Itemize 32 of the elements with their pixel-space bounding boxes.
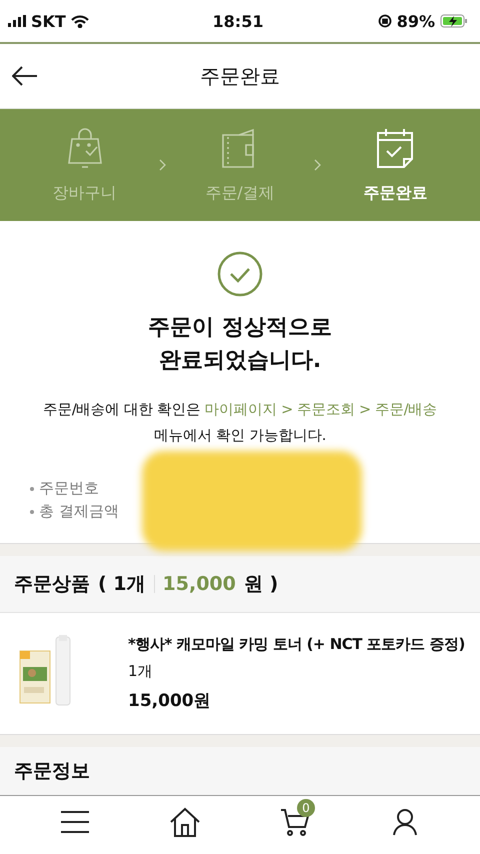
battery-charging-icon	[440, 14, 468, 28]
product-quantity: 1개	[128, 662, 154, 682]
rotation-lock-icon	[378, 14, 392, 28]
order-field-label: 총 결제금액	[39, 502, 119, 522]
total-amount: 15,000	[162, 573, 236, 596]
check-circle-icon	[217, 251, 263, 297]
back-button[interactable]	[12, 66, 38, 86]
home-icon[interactable]	[169, 807, 201, 837]
wifi-icon	[70, 14, 89, 28]
cart-count-badge: 0	[297, 799, 315, 817]
checkout-step: 주문완료	[340, 126, 450, 204]
checkout-step: 주문/결제	[184, 126, 295, 204]
checkout-step: 장바구니	[30, 126, 140, 204]
item-count: ( 1개	[98, 572, 146, 598]
section-title: 주문정보	[14, 760, 90, 782]
user-icon[interactable]	[392, 808, 418, 836]
signal-icon	[8, 15, 26, 27]
chevron-icon	[314, 159, 322, 171]
battery-percent: 89%	[396, 12, 435, 30]
order-field-label: 주문번호	[39, 479, 99, 498]
page-title: 주문완료	[199, 62, 281, 90]
completion-heading: 주문이 정상적으로 완료되었습니다.	[148, 314, 332, 375]
menu-icon[interactable]	[60, 810, 90, 834]
carrier-name: SKT	[31, 12, 66, 30]
confirmation-notice: 주문/배송에 대한 확인은 마이페이지 > 주문조회 > 주문/배송 메뉴에서 확인 가능합니다.	[42, 401, 438, 446]
product-name[interactable]: *행사* 캐모마일 카밍 토너 (+ NCT 포토카드 증정)	[128, 635, 465, 654]
clock-time: 18:51	[212, 12, 264, 30]
currency-unit: 원 )	[244, 572, 278, 598]
chevron-icon	[158, 159, 166, 171]
product-price: 15,000원	[128, 690, 212, 712]
section-title: 주문상품	[14, 572, 90, 598]
back-arrow-icon	[12, 66, 38, 86]
